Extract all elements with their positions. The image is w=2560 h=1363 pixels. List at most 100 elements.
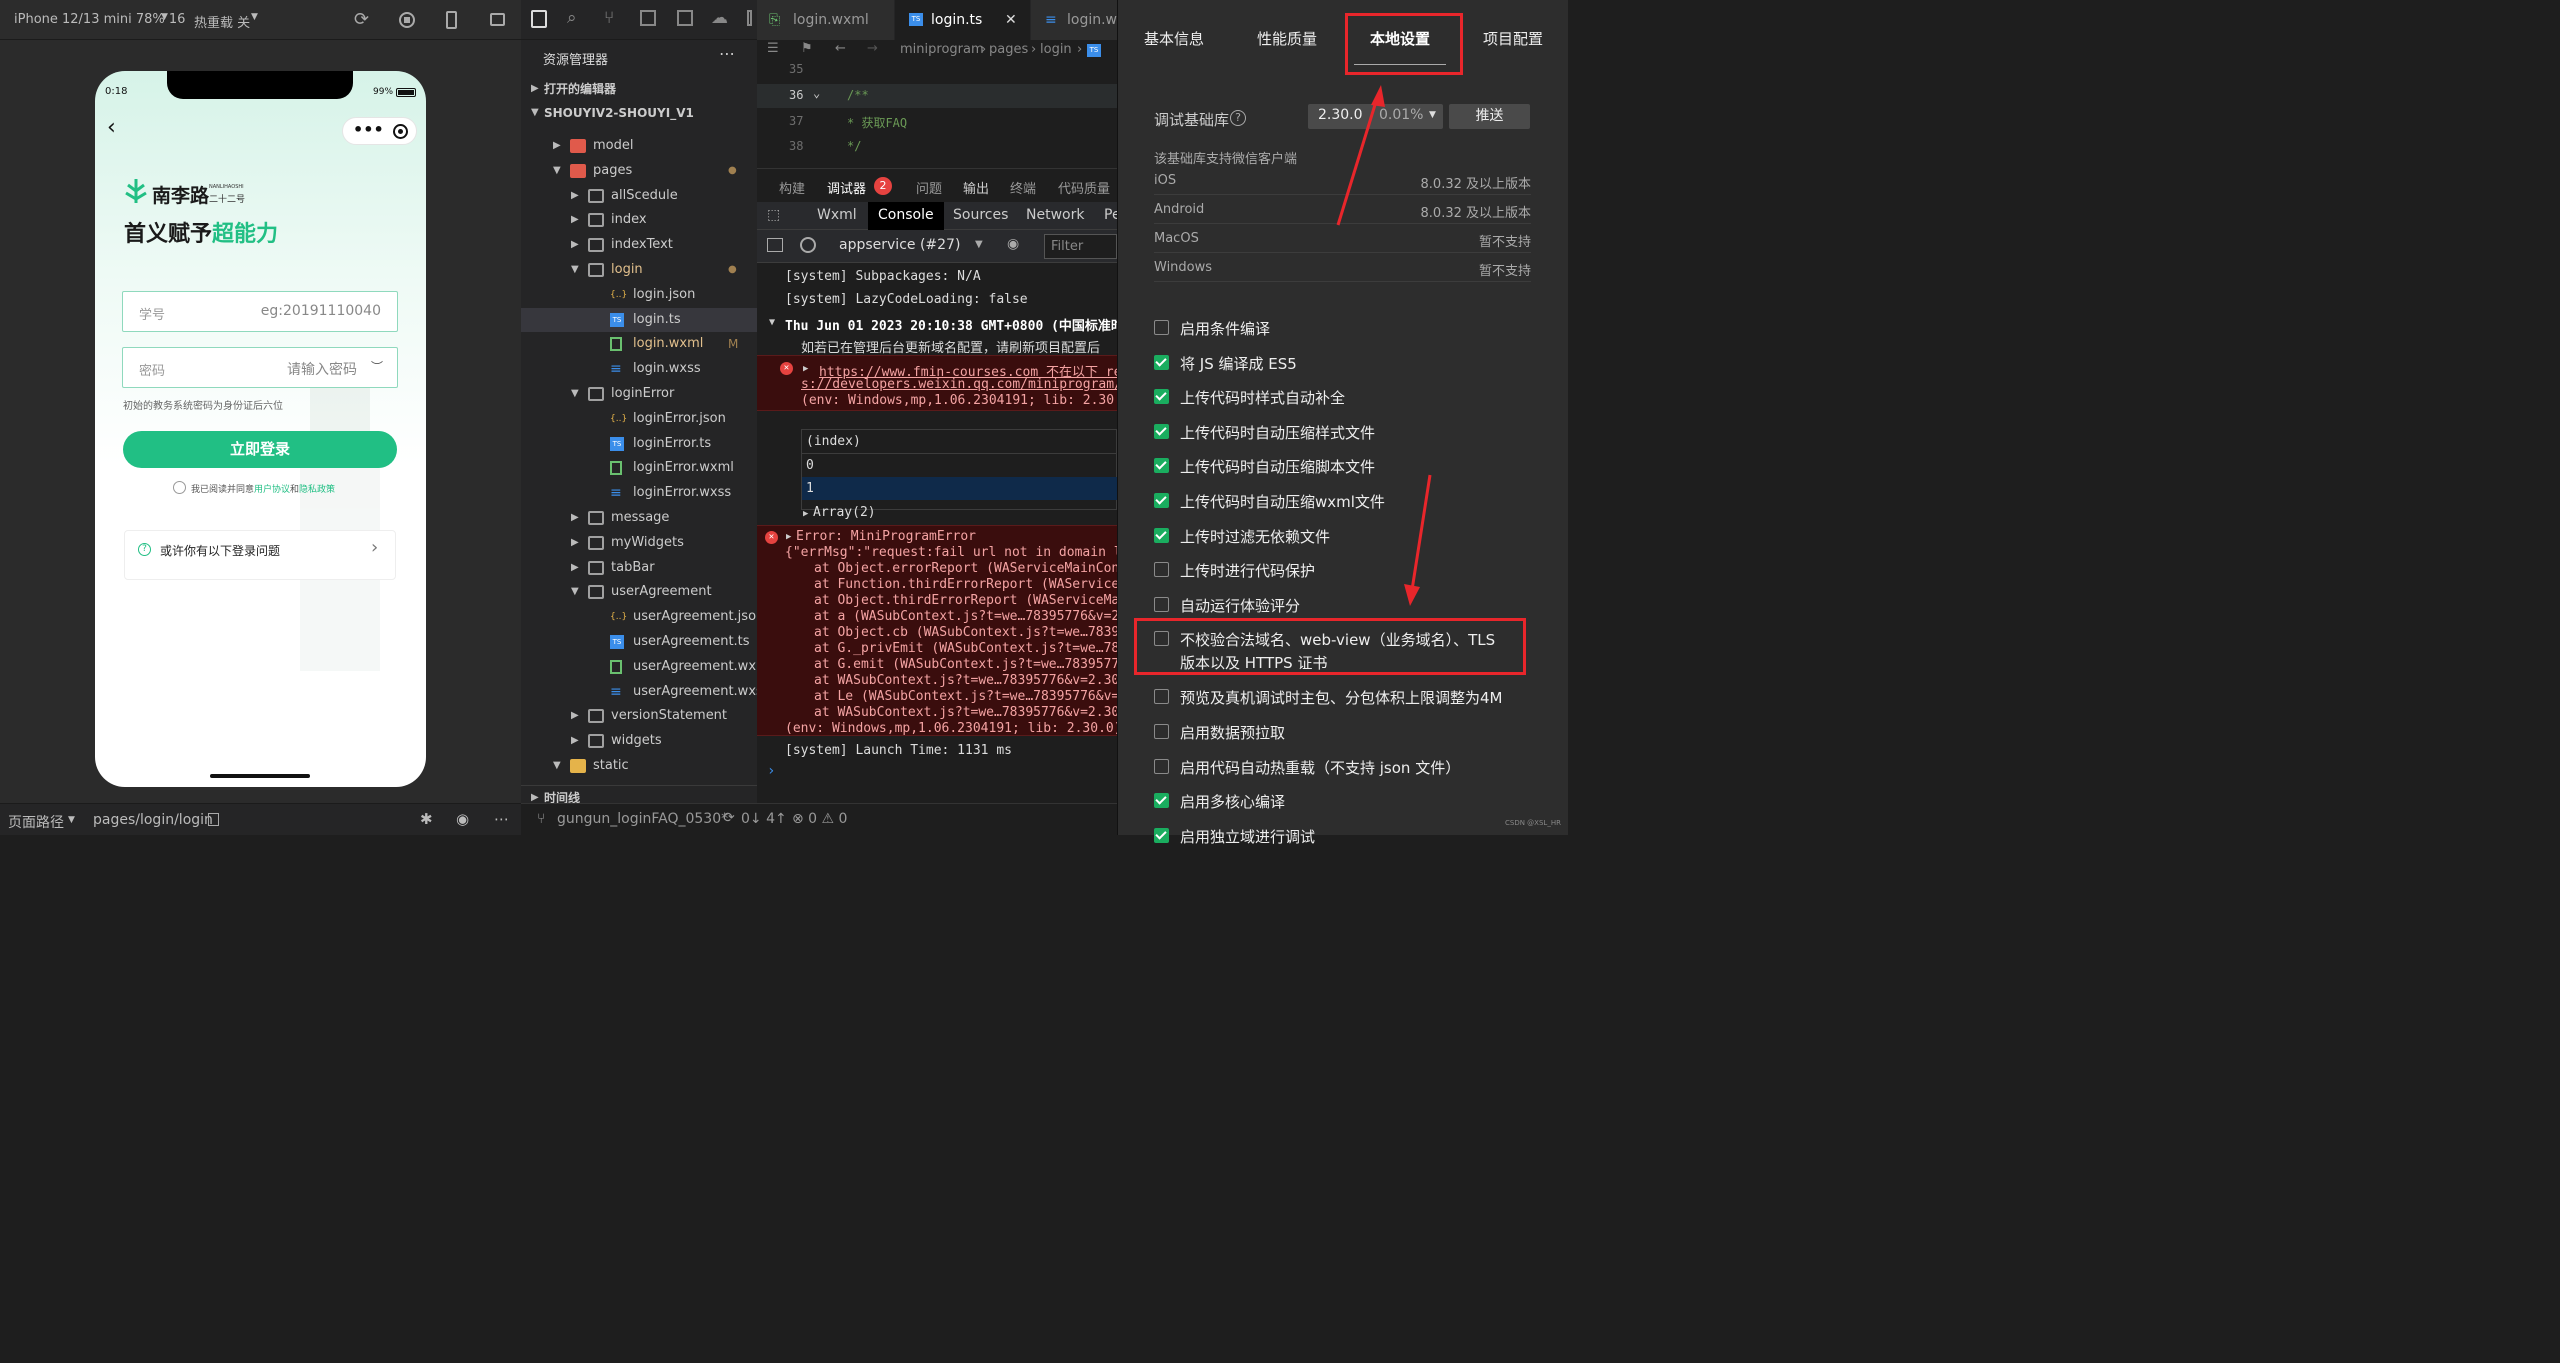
tree-item[interactable]: TS userAgreement.ts <box>521 630 757 654</box>
console-array[interactable]: Array(2) <box>813 505 876 520</box>
breadcrumb-miniprogram[interactable]: miniprogram <box>900 42 984 57</box>
password-field[interactable]: 密码 请输入密码 ︶ <box>122 347 398 388</box>
tree-item[interactable]: ≡ login.wxss <box>521 357 757 381</box>
checkbox[interactable] <box>1154 320 1169 335</box>
tree-item[interactable]: TS login.ts <box>521 307 757 332</box>
stack-trace-line[interactable]: at Le (WASubContext.js?t=we…78395776&v=2 <box>814 689 1117 704</box>
console-error-link[interactable]: s://developers.weixin.qq.com/miniprogram… <box>801 377 1117 392</box>
checkbox[interactable] <box>1154 689 1169 705</box>
docker-icon[interactable]: ☁ <box>711 8 728 28</box>
fold-chevron-icon[interactable]: ⌄ <box>813 86 820 100</box>
tab-login-ts[interactable]: TS login.ts ✕ <box>895 0 1030 40</box>
panel-tab-code-quality[interactable]: 代码质量 <box>1058 178 1110 197</box>
breadcrumb-login[interactable]: login <box>1040 42 1072 57</box>
context-selector[interactable]: appservice (#27) <box>839 237 960 253</box>
code-editor[interactable]: 35 36 ⌄ /** 37 * 获取FAQ 38 */ <box>757 62 1117 162</box>
chevron-down-icon[interactable]: ▼ <box>553 159 563 183</box>
expand-chevron-icon[interactable]: ▶ <box>803 364 808 374</box>
sync-status[interactable]: 0↓ 4↑ <box>741 811 787 827</box>
explorer-more-icon[interactable]: ⋯ <box>719 44 735 63</box>
panel-tab-output[interactable]: 输出 <box>963 178 989 197</box>
chevron-right-icon[interactable]: ▶ <box>553 134 563 158</box>
sidebar-toggle-icon[interactable] <box>767 238 783 252</box>
branch-name[interactable]: gungun_loginFAQ_0530* <box>557 811 728 827</box>
chevron-down-icon[interactable]: ▼ <box>571 382 581 406</box>
tab-performance[interactable]: 性能质量 <box>1257 28 1317 49</box>
tab-basic-info[interactable]: 基本信息 <box>1144 28 1204 49</box>
copy-icon[interactable] <box>208 813 219 826</box>
stack-trace-line[interactable]: at a (WASubContext.js?t=we…78395776&v=2.… <box>814 609 1117 624</box>
console-group-header[interactable]: Thu Jun 01 2023 20:10:38 GMT+0800 (中国标准时 <box>785 315 1117 334</box>
faq-card[interactable]: ? 或许你有以下登录问题 › <box>124 530 396 580</box>
tree-item[interactable]: {..} loginError.json <box>521 407 757 431</box>
chevron-right-icon[interactable]: ▶ <box>571 184 581 208</box>
tree-item[interactable]: loginError.wxml <box>521 456 757 480</box>
stack-trace-line[interactable]: at G._privEmit (WASubContext.js?t=we…783… <box>814 641 1117 656</box>
push-button[interactable]: 推送 <box>1449 104 1530 129</box>
checkbox[interactable] <box>1154 527 1169 543</box>
breadcrumb-pages[interactable]: pages <box>989 42 1028 57</box>
more-actions-icon[interactable]: ⋯ <box>494 810 509 828</box>
tree-item[interactable]: TS loginError.ts <box>521 432 757 456</box>
checkbox[interactable] <box>1154 596 1169 612</box>
tree-item[interactable]: ≡ userAgreement.wxss <box>521 680 770 704</box>
stack-trace-line[interactable]: at Object.cb (WASubContext.js?t=we…78395 <box>814 625 1117 640</box>
password-input[interactable]: 请输入密码 <box>287 359 357 379</box>
tree-item[interactable]: ▶ index <box>521 208 757 232</box>
checkbox[interactable] <box>1154 354 1169 370</box>
expand-chevron-icon[interactable]: ▶ <box>786 532 791 542</box>
hot-reload-toggle[interactable]: 热重载 关 <box>194 12 250 31</box>
console-error-title[interactable]: Error: MiniProgramError <box>796 529 976 544</box>
close-mini-program-icon[interactable] <box>393 124 408 139</box>
checkbox[interactable] <box>1154 793 1169 809</box>
tree-item[interactable]: ▼ userAgreement <box>521 580 757 604</box>
stack-trace-line[interactable]: at Object.thirdErrorReport (WAServiceMai <box>814 593 1117 608</box>
tree-item[interactable]: ≡ loginError.wxss <box>521 481 757 505</box>
checkbox[interactable] <box>1154 423 1169 439</box>
chevron-right-icon[interactable]: ▶ <box>571 233 581 257</box>
expand-chevron-icon[interactable]: ▶ <box>803 509 808 519</box>
tab-login-wxss[interactable]: ≡ login.w <box>1031 0 1117 40</box>
chevron-down-icon[interactable]: ▼ <box>553 754 563 778</box>
forward-icon[interactable]: → <box>867 41 878 56</box>
chevron-right-icon[interactable]: ▶ <box>571 556 581 580</box>
tree-item[interactable]: ▼ loginError <box>521 382 757 406</box>
checkbox[interactable] <box>1154 562 1169 578</box>
context-dropdown-icon[interactable]: ▼ <box>975 239 983 250</box>
tree-item[interactable]: ▼ static <box>521 754 757 778</box>
bug-icon[interactable]: ✱ <box>420 810 433 828</box>
bookmark-icon[interactable]: ⚑ <box>801 41 813 56</box>
panel-tab-build[interactable]: 构建 <box>779 178 805 197</box>
agree-radio[interactable] <box>173 481 186 494</box>
device-dropdown-icon[interactable]: ▼ <box>161 12 168 22</box>
list-icon[interactable]: ☰ <box>767 41 779 56</box>
login-button[interactable]: 立即登录 <box>123 431 397 468</box>
eye-icon[interactable]: ◉ <box>456 810 469 828</box>
tree-item[interactable]: {..} userAgreement.json <box>521 605 764 629</box>
chevron-right-icon[interactable]: ▶ <box>571 531 581 555</box>
panel-tab-terminal[interactable]: 终端 <box>1010 178 1036 197</box>
privacy-policy-link[interactable]: 隐私政策 <box>299 485 335 495</box>
tab-project-config[interactable]: 项目配置 <box>1483 28 1543 49</box>
tab-login-wxml[interactable]: ⎘ login.wxml <box>757 0 894 40</box>
devtools-tab-network[interactable]: Network <box>1026 207 1084 223</box>
checkbox[interactable] <box>1154 493 1169 508</box>
user-agreement-link[interactable]: 用户协议 <box>254 485 290 495</box>
tree-item[interactable]: ▼ login ● <box>521 258 757 282</box>
tree-item[interactable]: userAgreement.wxml <box>521 655 772 679</box>
tree-item[interactable]: ▼ pages ● <box>521 159 757 183</box>
sync-icon[interactable]: ⟳ <box>723 810 735 826</box>
checkbox[interactable] <box>1154 458 1169 474</box>
device-selector[interactable]: iPhone 12/13 mini 78% 16 <box>14 12 185 27</box>
more-icon[interactable]: ••• <box>353 120 384 139</box>
student-id-input[interactable]: eg:20191110040 <box>261 303 381 319</box>
help-icon[interactable]: ? <box>1230 110 1246 126</box>
devtools-tab-console[interactable]: Console <box>868 202 944 230</box>
filter-input[interactable]: Filter <box>1044 234 1117 259</box>
checkbox[interactable] <box>1154 724 1169 739</box>
console-prompt-icon[interactable]: › <box>767 763 775 779</box>
chevron-down-icon[interactable]: ▼ <box>571 258 581 282</box>
live-expression-eye-icon[interactable]: ◉ <box>1007 236 1019 252</box>
chevron-right-icon[interactable]: ▶ <box>571 506 581 530</box>
panel-tab-problems[interactable]: 问题 <box>916 178 942 197</box>
